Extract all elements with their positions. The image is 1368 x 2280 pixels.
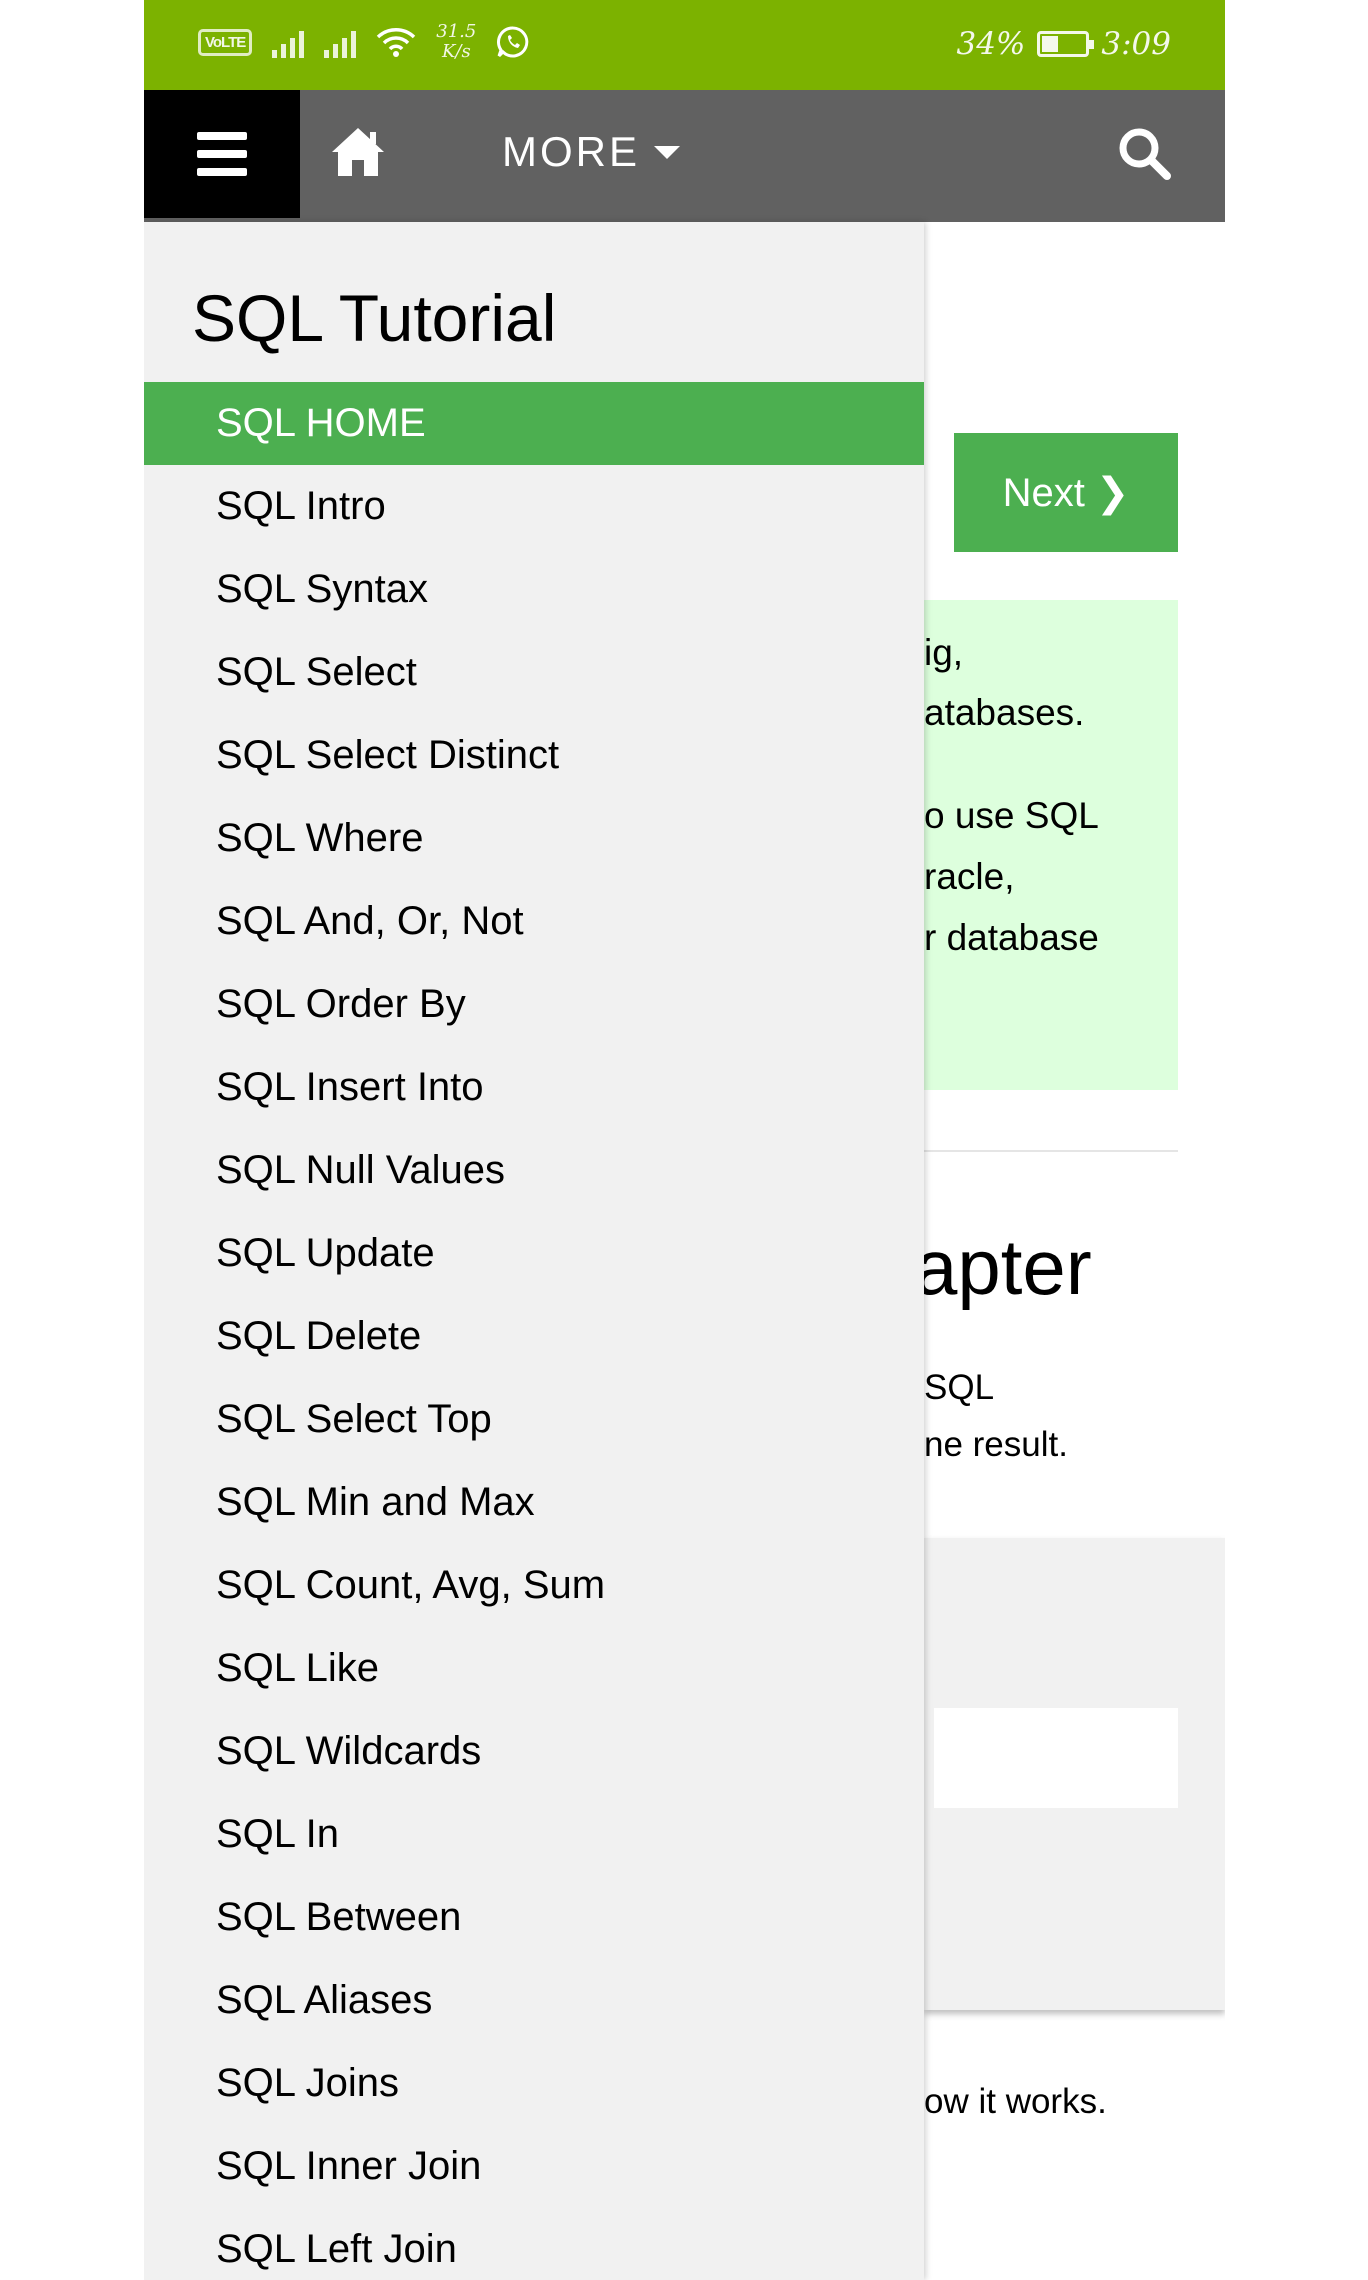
search-icon[interactable] bbox=[1115, 124, 1173, 182]
note-line: atabases. bbox=[924, 692, 1085, 733]
signal-icon bbox=[272, 26, 305, 58]
sidebar-item-sql-syntax[interactable]: SQL Syntax bbox=[144, 548, 924, 631]
chapter-text-line: SQL bbox=[924, 1368, 995, 1407]
more-label: MORE bbox=[502, 128, 640, 175]
battery-percent: 34% bbox=[956, 26, 1026, 62]
sidebar-item-sql-order-by[interactable]: SQL Order By bbox=[144, 963, 924, 1046]
sidebar-item-sql-insert-into[interactable]: SQL Insert Into bbox=[144, 1046, 924, 1129]
intro-note-box: ig, atabases. o use SQL racle, r databas… bbox=[924, 600, 1178, 1090]
sidebar-item-sql-wildcards[interactable]: SQL Wildcards bbox=[144, 1710, 924, 1793]
sidebar-menu: SQL Tutorial SQL HOME SQL Intro SQL Syntax… bbox=[144, 222, 924, 2280]
sidebar-item-sql-left-join[interactable]: SQL Left Join bbox=[144, 2208, 924, 2280]
wifi-icon bbox=[377, 28, 416, 57]
sidebar-title: SQL Tutorial bbox=[192, 281, 557, 355]
next-button[interactable]: Next ❯ bbox=[954, 433, 1178, 552]
works-text: ow it works. bbox=[924, 2082, 1107, 2121]
sidebar-item-sql-min-and-max[interactable]: SQL Min and Max bbox=[144, 1461, 924, 1544]
sidebar-item-sql-joins[interactable]: SQL Joins bbox=[144, 2042, 924, 2125]
volte-icon: VoLTE bbox=[198, 28, 253, 56]
more-dropdown-button[interactable]: MORE bbox=[502, 128, 680, 176]
note-line: ig, bbox=[924, 632, 964, 673]
status-icons-right: 34% 3:09 bbox=[956, 26, 1171, 62]
sidebar-item-sql-count-avg-sum[interactable]: SQL Count, Avg, Sum bbox=[144, 1544, 924, 1627]
sidebar-item-sql-aliases[interactable]: SQL Aliases bbox=[144, 1959, 924, 2042]
chapter-heading: apter bbox=[914, 1223, 1092, 1311]
sidebar-item-sql-intro[interactable]: SQL Intro bbox=[144, 465, 924, 548]
clock: 3:09 bbox=[1101, 26, 1171, 62]
status-icons-left: VoLTE 31.5 K/s bbox=[198, 22, 530, 62]
status-bar: VoLTE 31.5 K/s 34% 3:09 bbox=[144, 0, 1225, 90]
sidebar-item-sql-in[interactable]: SQL In bbox=[144, 1793, 924, 1876]
divider bbox=[924, 1150, 1178, 1152]
note-line: r database bbox=[924, 917, 1099, 958]
network-speed: 31.5 K/s bbox=[436, 22, 476, 62]
speed-value: 31.5 bbox=[436, 21, 477, 42]
menu-button[interactable] bbox=[144, 90, 300, 218]
note-line: o use SQL bbox=[924, 795, 1099, 836]
sidebar-item-sql-and-or-not[interactable]: SQL And, Or, Not bbox=[144, 880, 924, 963]
sidebar-item-sql-like[interactable]: SQL Like bbox=[144, 1627, 924, 1710]
caret-down-icon bbox=[654, 145, 680, 159]
home-icon[interactable] bbox=[328, 122, 388, 182]
sidebar-item-sql-inner-join[interactable]: SQL Inner Join bbox=[144, 2125, 924, 2208]
sidebar-item-sql-home[interactable]: SQL HOME bbox=[144, 382, 924, 465]
signal-icon-2 bbox=[324, 26, 357, 58]
battery-icon bbox=[1037, 31, 1095, 57]
sidebar-item-sql-select-distinct[interactable]: SQL Select Distinct bbox=[144, 714, 924, 797]
speed-unit: K/s bbox=[441, 41, 471, 62]
chapter-text-line: ne result. bbox=[924, 1425, 1068, 1464]
note-line: racle, bbox=[924, 856, 1015, 897]
top-navbar: MORE bbox=[144, 90, 1225, 222]
menu-icon bbox=[197, 132, 247, 176]
sidebar-item-sql-between[interactable]: SQL Between bbox=[144, 1876, 924, 1959]
example-code-area bbox=[934, 1708, 1178, 1808]
sidebar-item-sql-delete[interactable]: SQL Delete bbox=[144, 1295, 924, 1378]
sidebar-item-sql-select[interactable]: SQL Select bbox=[144, 631, 924, 714]
app-frame: VoLTE 31.5 K/s 34% 3:09 MORE Next ❯ ig, … bbox=[144, 0, 1225, 2280]
sidebar-item-sql-null-values[interactable]: SQL Null Values bbox=[144, 1129, 924, 1212]
sidebar-list: SQL HOME SQL Intro SQL Syntax SQL Select SQL… bbox=[144, 382, 924, 2280]
sidebar-item-sql-where[interactable]: SQL Where bbox=[144, 797, 924, 880]
sidebar-item-sql-select-top[interactable]: SQL Select Top bbox=[144, 1378, 924, 1461]
sidebar-item-sql-update[interactable]: SQL Update bbox=[144, 1212, 924, 1295]
whatsapp-icon bbox=[497, 26, 529, 58]
